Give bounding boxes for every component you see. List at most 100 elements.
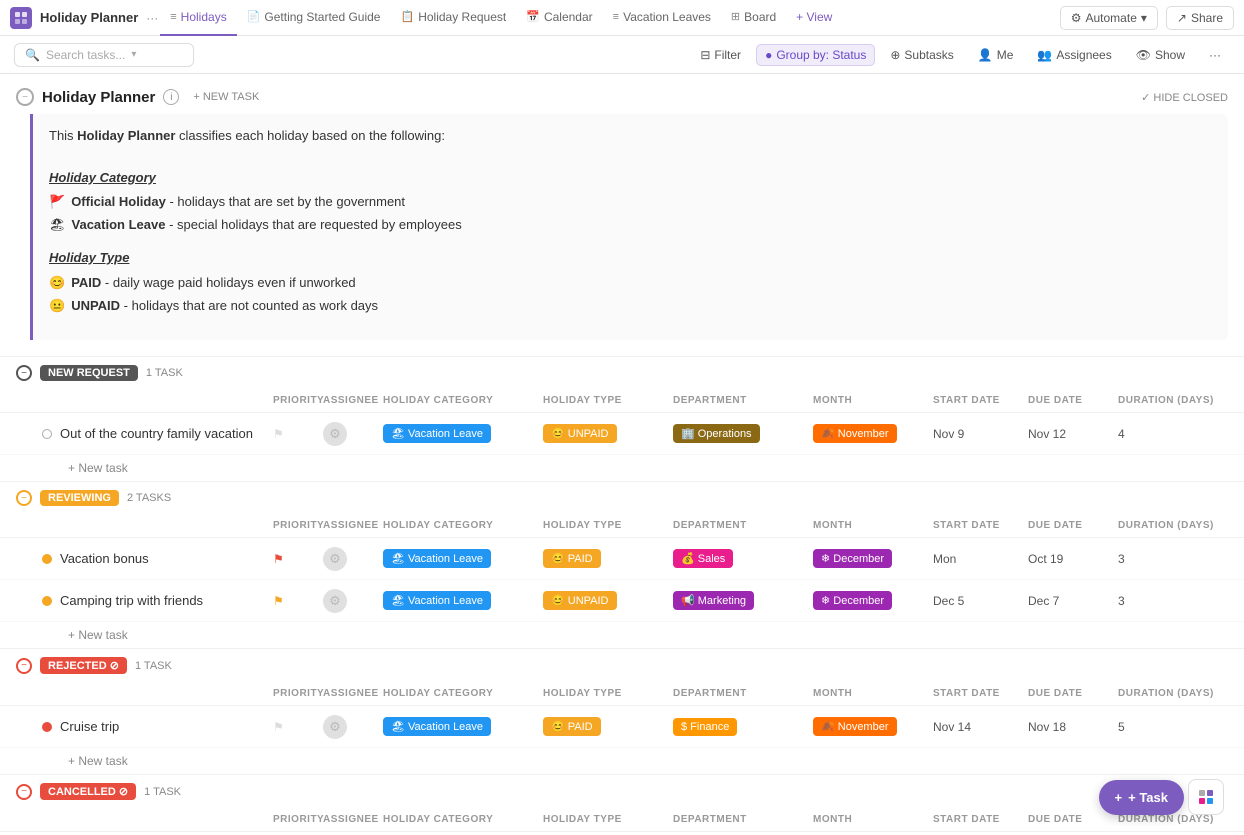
group-rejected-count: 1 TASK [135, 660, 172, 672]
holiday-type-tag[interactable]: 😊 UNPAID [543, 591, 617, 610]
type-section: Holiday Type 😊 PAID - daily wage paid ho… [49, 248, 1212, 316]
group-new-request-badge[interactable]: NEW REQUEST [40, 365, 138, 381]
tab-add-view[interactable]: + View [786, 0, 842, 36]
group-reviewing-badge[interactable]: REVIEWING [40, 490, 119, 506]
group-cancelled: − CANCELLED ⊘ 1 TASK PRIORITY ASSIGNEE H… [0, 774, 1244, 835]
holiday-type-tag[interactable]: 😊 PAID [543, 549, 601, 568]
task-name[interactable]: Camping trip with friends [60, 593, 203, 608]
share-button[interactable]: ↗ Share [1166, 6, 1234, 30]
group-new-request: − NEW REQUEST 1 TASK PRIORITY ASSIGNEE H… [0, 356, 1244, 481]
add-task-button[interactable]: + New task [0, 622, 1244, 648]
task-status-dot [42, 722, 52, 732]
automate-button[interactable]: ⚙ Automate ▾ [1060, 6, 1158, 30]
table-header-new-request: PRIORITY ASSIGNEE HOLIDAY CATEGORY HOLID… [0, 389, 1244, 413]
more-options-button[interactable]: ··· [1200, 44, 1230, 66]
task-name[interactable]: Out of the country family vacation [60, 426, 253, 441]
duration-cell: 4 [1118, 427, 1228, 441]
task-name[interactable]: Vacation bonus [60, 551, 149, 566]
show-button[interactable]: 👁 Show [1127, 44, 1194, 66]
holiday-category-tag[interactable]: 🏖 Vacation Leave [383, 424, 491, 443]
group-by-button[interactable]: ● Group by: Status [756, 44, 875, 66]
department-tag[interactable]: 💰 Sales [673, 549, 733, 568]
planner-collapse-toggle[interactable]: − [16, 88, 34, 106]
category-item-2: 🏖 Vacation Leave - special holidays that… [49, 215, 1212, 236]
group-reviewing-toggle[interactable]: − [16, 490, 32, 506]
holiday-category-tag[interactable]: 🏖 Vacation Leave [383, 591, 491, 610]
automate-chevron: ▾ [1141, 11, 1147, 25]
col-priority: PRIORITY [273, 393, 323, 408]
group-rejected-badge[interactable]: REJECTED ⊘ [40, 657, 127, 674]
tab-getting-started[interactable]: 📄 Getting Started Guide [237, 0, 391, 36]
planner-title: Holiday Planner [42, 89, 155, 106]
due-date-cell: Nov 12 [1028, 427, 1118, 441]
col-start-date: START DATE [933, 393, 1028, 408]
tab-board[interactable]: ⊞ Board [721, 0, 786, 36]
priority-flag-icon: ⚑ [273, 720, 284, 734]
holiday-category-tag[interactable]: 🏖 Vacation Leave [383, 717, 491, 736]
assignee-avatar: ⚙ [323, 589, 347, 613]
priority-flag-icon: ⚑ [273, 594, 284, 608]
filter-button[interactable]: ⊟ Filter [691, 44, 750, 66]
month-tag[interactable]: 🍂 November [813, 717, 897, 736]
add-task-button[interactable]: + New task [0, 455, 1244, 481]
search-input[interactable]: 🔍 Search tasks... ▾ [14, 43, 194, 67]
start-date-cell: Nov 9 [933, 427, 1028, 441]
holiday-type-tag[interactable]: 😊 PAID [543, 717, 601, 736]
due-date-cell: Nov 18 [1028, 720, 1118, 734]
month-tag[interactable]: 🍂 November [813, 424, 897, 443]
group-reviewing-header: − REVIEWING 2 TASKS [0, 481, 1244, 514]
add-task-button[interactable]: + New task [0, 748, 1244, 774]
department-tag[interactable]: 📢 Marketing [673, 591, 754, 610]
month-tag[interactable]: ❄ December [813, 549, 892, 568]
tab-calendar-icon: 📅 [526, 10, 540, 23]
tab-holidays[interactable]: ≡ Holidays [160, 0, 236, 36]
planner-info-icon[interactable]: i [163, 89, 179, 105]
task-row: Vacation bonus ⚑ ⚙ 🏖 Vacation Leave 😊 PA… [0, 538, 1244, 580]
assignee-avatar: ⚙ [323, 422, 347, 446]
subtasks-button[interactable]: ⊕ Subtasks [881, 44, 962, 66]
type-item-1: 😊 PAID - daily wage paid holidays even i… [49, 273, 1212, 294]
more-options-icon: ··· [1209, 48, 1221, 62]
holiday-category-tag[interactable]: 🏖 Vacation Leave [383, 549, 491, 568]
holiday-type-tag[interactable]: 😊 UNPAID [543, 424, 617, 443]
group-new-request-toggle[interactable]: − [16, 365, 32, 381]
group-new-request-header: − NEW REQUEST 1 TASK [0, 356, 1244, 389]
group-cancelled-badge[interactable]: CANCELLED ⊘ [40, 783, 136, 800]
plus-icon: + [1115, 790, 1123, 805]
me-button[interactable]: 👤 Me [969, 44, 1023, 66]
col-month: MONTH [813, 393, 933, 408]
col-holiday-type: HOLIDAY TYPE [543, 393, 673, 408]
duration-cell: 3 [1118, 594, 1228, 608]
tab-board-icon: ⊞ [731, 10, 740, 23]
group-cancelled-toggle[interactable]: − [16, 784, 32, 800]
col-due-date: DUE DATE [1028, 393, 1118, 408]
month-tag[interactable]: ❄ December [813, 591, 892, 610]
new-task-button[interactable]: + NEW TASK [187, 89, 265, 105]
grid-view-button[interactable] [1188, 779, 1224, 815]
col-assignee: ASSIGNEE [323, 393, 383, 408]
top-navigation: Holiday Planner ··· ≡ Holidays 📄 Getting… [0, 0, 1244, 36]
department-tag[interactable]: $ Finance [673, 718, 737, 736]
tab-vacation-leaves[interactable]: ≡ Vacation Leaves [603, 0, 721, 36]
department-tag[interactable]: 🏢 Operations [673, 424, 760, 443]
task-row: Cruise trip ⚑ ⚙ 🏖 Vacation Leave 😊 PAID … [0, 706, 1244, 748]
priority-flag-icon: ⚑ [273, 427, 284, 441]
add-task-fab[interactable]: + + Task [1099, 780, 1184, 815]
group-rejected-toggle[interactable]: − [16, 658, 32, 674]
app-menu-dots[interactable]: ··· [146, 11, 158, 25]
group-rejected: − REJECTED ⊘ 1 TASK PRIORITY ASSIGNEE HO… [0, 648, 1244, 774]
group-reviewing-count: 2 TASKS [127, 492, 171, 504]
tab-calendar[interactable]: 📅 Calendar [516, 0, 602, 36]
task-name[interactable]: Cruise trip [60, 719, 119, 734]
group-rejected-header: − REJECTED ⊘ 1 TASK [0, 648, 1244, 682]
toolbar-right: ⊟ Filter ● Group by: Status ⊕ Subtasks 👤… [691, 44, 1230, 66]
tab-vacation-leaves-icon: ≡ [613, 11, 619, 23]
hide-closed-button[interactable]: ✓ HIDE CLOSED [1141, 91, 1228, 104]
tab-holiday-request[interactable]: 📋 Holiday Request [390, 0, 516, 36]
table-header-cancelled: PRIORITY ASSIGNEE HOLIDAY CATEGORY HOLID… [0, 808, 1244, 832]
show-icon: 👁 [1136, 48, 1151, 62]
group-by-icon: ● [765, 48, 772, 62]
assignees-button[interactable]: 👥 Assignees [1028, 44, 1120, 66]
tab-holiday-request-icon: 📋 [400, 10, 414, 23]
group-new-request-count: 1 TASK [146, 367, 183, 379]
